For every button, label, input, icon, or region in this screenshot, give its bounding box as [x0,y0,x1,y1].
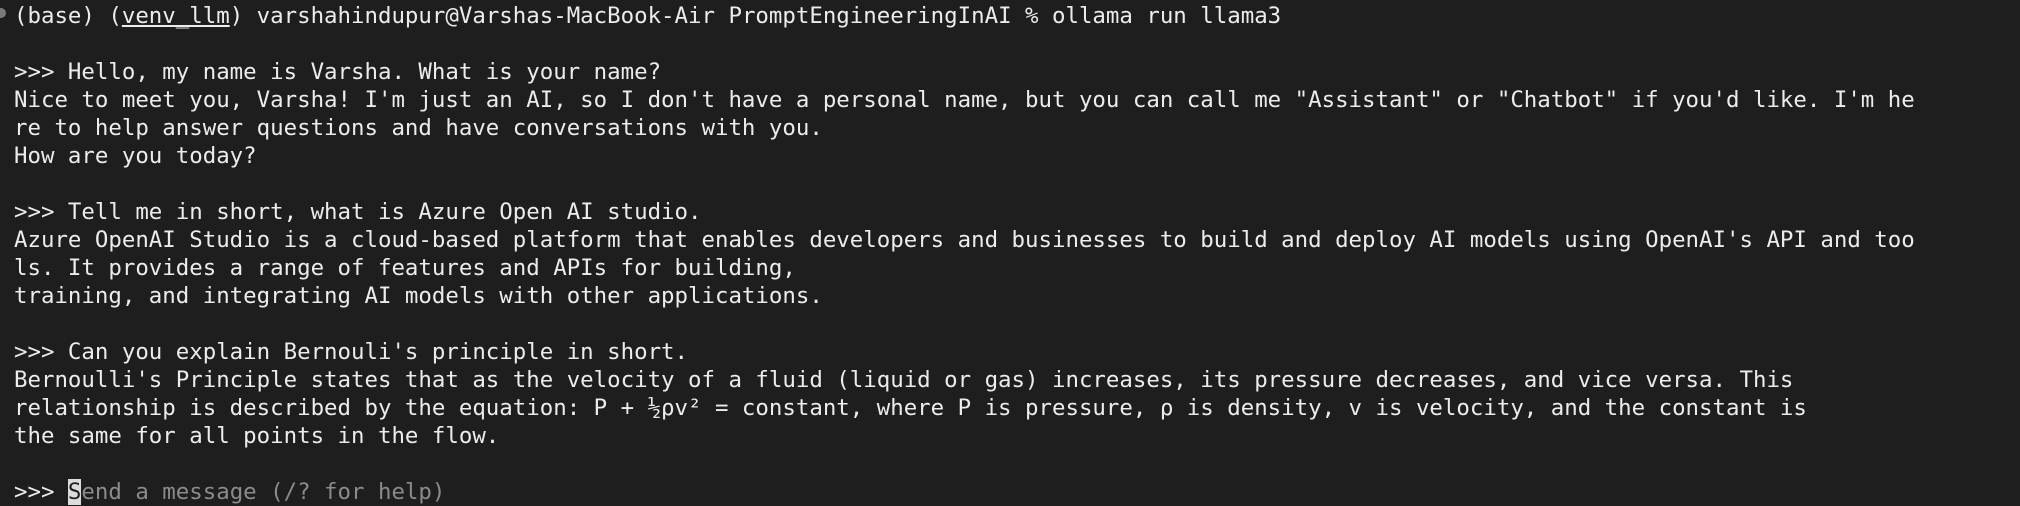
user-prompt: >>> Tell me in short, what is Azure Open… [14,199,702,225]
command-line: (base) (venv_llm) varshahindupur@Varshas… [0,2,2020,30]
user-prompt: >>> Can you explain Bernouli's principle… [14,339,689,365]
command-text: ) varshahindupur@Varshas-MacBook-Air Pro… [229,3,1282,29]
exchange-1: >>> Hello, my name is Varsha. What is yo… [0,58,2020,170]
response-line: ls. It provides a range of features and … [14,255,796,281]
message-input[interactable]: >>> Send a message (/? for help) [0,478,2020,506]
response-line: Azure OpenAI Studio is a cloud-based pla… [14,227,1915,253]
response-line: Bernoulli's Principle states that as the… [14,367,1794,393]
response-line: training, and integrating AI models with… [14,283,823,309]
exchange-2: >>> Tell me in short, what is Azure Open… [0,198,2020,310]
venv-name: venv_llm [121,3,230,29]
user-prompt: >>> Hello, my name is Varsha. What is yo… [14,59,662,85]
response-line: re to help answer questions and have con… [14,115,823,141]
text-cursor: S [67,479,82,505]
response-line: How are you today? [14,143,257,169]
env-prefix: (base) ( [14,3,122,29]
input-placeholder: end a message (/? for help) [81,479,446,505]
terminal-window[interactable]: (base) (venv_llm) varshahindupur@Varshas… [0,0,2020,506]
exchange-3: >>> Can you explain Bernouli's principle… [0,338,2020,450]
response-line: Nice to meet you, Varsha! I'm just an AI… [14,87,1915,113]
input-prompt: >>> [14,479,68,505]
response-line: the same for all points in the flow. [14,423,500,449]
response-line: relationship is described by the equatio… [14,395,1807,421]
